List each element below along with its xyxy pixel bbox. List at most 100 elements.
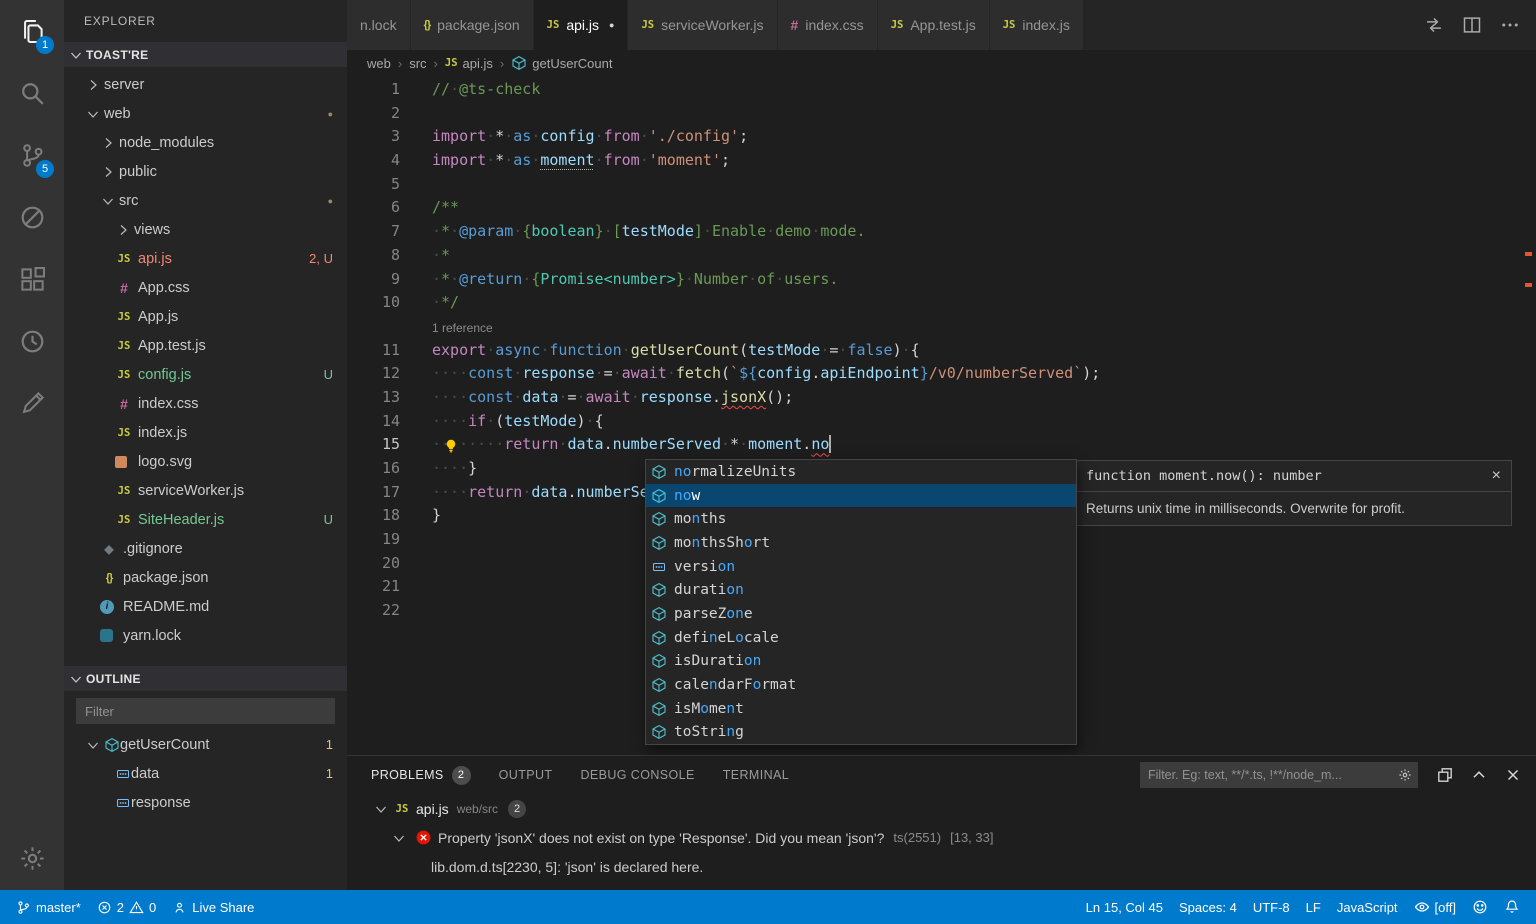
file-item[interactable]: # index.css [64,389,347,418]
line-number[interactable]: 1 [347,80,432,104]
file-item[interactable]: ◆ .gitignore [64,534,347,563]
line-number[interactable]: 13 [347,388,432,412]
breadcrumb-item[interactable]: src [409,56,426,71]
line-number[interactable]: 12 [347,364,432,388]
breadcrumb-item[interactable]: getUserCount [511,55,612,71]
editor-tab[interactable]: # index.css [777,0,878,50]
language-mode-indicator[interactable]: JavaScript [1329,900,1406,915]
editor-tab[interactable]: JS App.test.js [877,0,990,50]
code-line[interactable]: ····const·data·=·await·response.jsonX(); [432,388,1536,412]
open-changes-icon[interactable] [1424,15,1444,35]
code-line[interactable]: ········return·data.numberServed·*·momen… [432,434,1536,459]
problem-file-row[interactable]: JS api.js web/src 2 [347,794,1536,823]
suggestion-item[interactable]: isDuration [646,650,1076,674]
encoding-indicator[interactable]: UTF-8 [1245,900,1298,915]
line-number[interactable] [347,317,432,341]
line-number[interactable]: 14 [347,412,432,436]
explorer-activity-button[interactable]: 1 [0,0,64,62]
panel-layout-icon[interactable] [1436,766,1454,784]
editor-tab[interactable]: {} package.json [410,0,534,50]
code-line[interactable]: export·async·function·getUserCount(testM… [432,341,1536,365]
suggestion-item[interactable]: parseZone [646,602,1076,626]
settings-activity-button[interactable] [0,826,64,890]
folder-item[interactable]: views [64,215,347,244]
outline-item[interactable]: data 1 [64,759,347,788]
editor-tab[interactable]: JS serviceWorker.js [628,0,778,50]
folder-item[interactable]: node_modules [64,128,347,157]
line-number[interactable]: 4 [347,151,432,175]
file-item[interactable]: JS App.js [64,302,347,331]
file-item[interactable]: JS api.js 2, U [64,244,347,273]
suggestion-item[interactable]: now [646,483,1076,508]
extensions-activity-button[interactable] [0,248,64,310]
file-item[interactable]: i README.md [64,592,347,621]
panel-tab[interactable]: TERMINAL [723,768,789,782]
line-number[interactable]: 16 [347,459,432,483]
more-actions-icon[interactable] [1500,15,1520,35]
suggestion-item[interactable]: duration [646,578,1076,602]
line-number[interactable]: 11 [347,341,432,365]
code-line[interactable]: import·*·as·config·from·'./config'; [432,127,1536,151]
folder-item[interactable]: web ● [64,99,347,128]
close-icon[interactable]: × [1492,468,1501,484]
code-line[interactable]: /** [432,198,1536,222]
panel-tab[interactable]: OUTPUT [499,768,553,782]
editor-tab[interactable]: JS index.js [989,0,1084,50]
notifications-button[interactable] [1496,899,1528,915]
suggestion-item[interactable]: isMoment [646,697,1076,721]
line-number[interactable]: 8 [347,246,432,270]
git-branch-indicator[interactable]: master* [8,890,89,924]
outline-item[interactable]: response [64,788,347,817]
file-item[interactable]: {} package.json [64,563,347,592]
line-number[interactable]: 10 [347,293,432,317]
editor-tab[interactable]: n.lock [347,0,411,50]
code-line[interactable]: ·*·@param·{boolean}·[testMode]·Enable·de… [432,222,1536,246]
file-item[interactable]: JS SiteHeader.js U [64,505,347,534]
problems-indicator[interactable]: 2 0 [89,890,164,924]
close-panel-icon[interactable] [1504,766,1522,784]
line-number[interactable]: 9 [347,270,432,294]
line-number[interactable]: 3 [347,127,432,151]
line-number[interactable]: 5 [347,175,432,199]
line-number[interactable]: 15 [347,435,432,459]
panel-tab[interactable]: DEBUG CONSOLE [580,768,694,782]
edit-activity-button[interactable] [0,372,64,434]
editor-tab[interactable]: JS api.js ● [533,0,629,50]
line-number[interactable]: 21 [347,577,432,601]
debug-disabled-activity-button[interactable] [0,186,64,248]
suggestion-item[interactable]: months [646,507,1076,531]
line-number[interactable]: 2 [347,104,432,128]
outline-filter-input[interactable] [76,698,335,724]
file-item[interactable]: JS index.js [64,418,347,447]
preview-toggle[interactable]: [off] [1406,899,1464,915]
file-item[interactable]: JS config.js U [64,360,347,389]
code-line[interactable]: ·* [432,246,1536,270]
breadcrumb-item[interactable]: web [367,56,391,71]
suggestion-item[interactable]: normalizeUnits [646,460,1076,484]
folder-item[interactable]: src ● [64,186,347,215]
file-item[interactable]: JS App.test.js [64,331,347,360]
suggestion-item[interactable]: toString [646,721,1076,745]
cursor-position-indicator[interactable]: Ln 15, Col 45 [1078,900,1171,915]
code-line[interactable] [432,175,1536,199]
folder-item[interactable]: public [64,157,347,186]
folder-item[interactable]: server [64,70,347,99]
problems-filter-input[interactable] [1140,762,1418,788]
line-number[interactable]: 6 [347,198,432,222]
file-item[interactable]: # App.css [64,273,347,302]
code-line[interactable]: ····const·response·=·await·fetch(`${conf… [432,364,1536,388]
file-item[interactable]: JS serviceWorker.js [64,476,347,505]
line-number[interactable]: 20 [347,554,432,578]
search-activity-button[interactable] [0,62,64,124]
code-line[interactable]: ·*/ [432,293,1536,317]
chevron-up-icon[interactable] [1470,766,1488,784]
suggestion-item[interactable]: monthsShort [646,531,1076,555]
indentation-indicator[interactable]: Spaces: 4 [1171,900,1245,915]
lightbulb-icon[interactable] [443,438,459,454]
suggestion-item[interactable]: version [646,555,1076,579]
problem-related-row[interactable]: lib.dom.d.ts[2230, 5]: 'json' is declare… [347,852,1536,881]
line-number[interactable]: 7 [347,222,432,246]
line-number[interactable]: 18 [347,506,432,530]
code-line[interactable]: import·*·as·moment·from·'moment'; [432,151,1536,175]
feedback-button[interactable] [1464,899,1496,915]
